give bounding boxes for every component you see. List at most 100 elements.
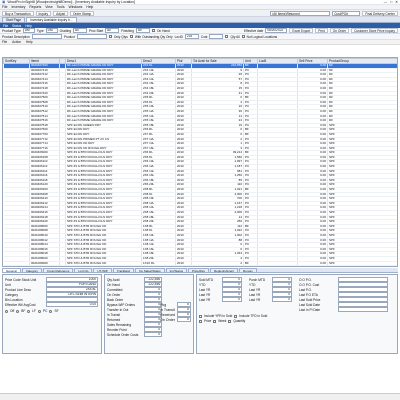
only-qtys-checkbox[interactable] xyxy=(108,35,112,38)
unit-radio[interactable] xyxy=(27,309,31,313)
detail-field-value[interactable]: 2X4 8L xyxy=(46,287,98,292)
toolbar-adjust-button[interactable]: Adjust xyxy=(53,10,68,16)
detail-field-value[interactable]: 0 xyxy=(222,282,242,287)
unit-radio[interactable] xyxy=(16,309,20,313)
product-description-input[interactable] xyxy=(31,34,62,39)
detail-field-value[interactable]: 0 xyxy=(144,292,162,297)
detail-field-value[interactable]: 222,556 xyxy=(144,282,162,287)
detail-field-value[interactable]: 0 xyxy=(177,302,191,307)
detail-tab[interactable]: Cross Reference xyxy=(42,268,74,273)
minimize-button[interactable]: — xyxy=(384,0,387,4)
type-select[interactable]: DM xyxy=(45,28,58,33)
product-input[interactable] xyxy=(76,34,107,39)
excel-export-button[interactable]: Excel Export xyxy=(289,28,314,33)
toolbar-cust-po-input[interactable]: Cust/PO# xyxy=(332,10,361,16)
close-button[interactable]: ✕ xyxy=(395,0,398,4)
finishing-select[interactable]: All xyxy=(135,28,150,33)
grid-row[interactable]: 0021009008 SPF STD & BTR ROUGH KD1X10 8L2… xyxy=(3,265,397,266)
toolbar-buy-transaction-button[interactable]: Buy a Transaction xyxy=(2,10,34,16)
detail-field-value[interactable] xyxy=(338,282,388,287)
customer-store-price-inquiry-button[interactable]: Customer Store Price Inquiry xyxy=(351,28,398,33)
unit-radio[interactable] xyxy=(5,309,8,313)
menu-file[interactable]: File xyxy=(2,5,7,9)
unit-radio[interactable] xyxy=(49,309,53,313)
unit-radio[interactable] xyxy=(38,309,42,313)
detail-tab[interactable]: Trackland xyxy=(112,268,134,273)
detail-field-value[interactable]: 0 xyxy=(177,307,191,312)
ribbon-file[interactable]: File xyxy=(3,24,8,28)
detail-field-value[interactable] xyxy=(338,277,388,282)
menu-reports[interactable]: Reports xyxy=(29,5,41,9)
ribbon-help[interactable]: Help xyxy=(25,24,32,28)
detail-field-value[interactable] xyxy=(338,307,388,312)
detail-field-value[interactable] xyxy=(338,292,388,297)
detail-tab[interactable]: Inv/Status xyxy=(165,268,187,273)
menu-inventory[interactable]: Inventory xyxy=(11,5,25,9)
menu-view[interactable]: View xyxy=(45,5,52,9)
on-order-button[interactable]: On Order xyxy=(329,28,350,33)
detail-tab[interactable]: Category xyxy=(21,268,42,273)
sort-checkbox[interactable] xyxy=(213,319,217,323)
detail-field-value[interactable]: 0.00 xyxy=(46,302,98,307)
detail-field-value[interactable]: 0 xyxy=(272,277,292,282)
locid-input[interactable]: 215 xyxy=(184,34,199,39)
maximize-button[interactable]: □ xyxy=(390,0,392,4)
detail-field-value[interactable]: 0 xyxy=(144,322,162,327)
submenu-help[interactable]: Help xyxy=(26,40,33,44)
submenu-file[interactable]: File xyxy=(2,40,7,44)
detail-field-value[interactable]: 0 xyxy=(222,287,242,292)
qty-all-checkbox[interactable] xyxy=(225,35,229,38)
ribbon-status[interactable]: Status xyxy=(12,24,21,28)
toolbar-inquiry-button[interactable]: Inquiry xyxy=(35,10,52,16)
include-ypr-checkbox[interactable] xyxy=(199,314,202,318)
detail-tab[interactable]: General xyxy=(2,268,21,273)
detail-field-value[interactable]: 1000 xyxy=(46,277,98,282)
detail-tab[interactable]: Lot Info xyxy=(74,268,93,273)
detail-field-value[interactable] xyxy=(338,297,388,302)
detail-field-value[interactable]: 0 xyxy=(144,297,162,302)
detail-field-value[interactable]: 0 xyxy=(144,332,162,337)
menu-windows[interactable]: Windows xyxy=(69,5,83,9)
sort-checkbox[interactable] xyxy=(228,319,232,323)
sort-checkbox[interactable] xyxy=(199,319,202,323)
detail-field-value[interactable]: 0 xyxy=(272,297,292,302)
toolbar-search-input[interactable]: (All Items)Returned xyxy=(270,10,331,16)
include-tfd-checkbox[interactable] xyxy=(234,314,238,318)
tab-start-page[interactable]: Start Page xyxy=(2,17,26,22)
detail-tab[interactable]: UT-WIP xyxy=(93,268,112,273)
detail-field-value[interactable]: 0 xyxy=(222,297,242,302)
menu-tools[interactable]: Tools xyxy=(57,5,65,9)
detail-tab[interactable]: Replenishment xyxy=(210,268,239,273)
detail-field-value[interactable]: 0 xyxy=(177,317,191,322)
detail-field-value[interactable]: 0 xyxy=(222,277,242,282)
detail-field-value[interactable]: 0 xyxy=(177,312,191,317)
detail-field-value[interactable] xyxy=(338,302,388,307)
not-logical-checkbox[interactable] xyxy=(241,35,245,38)
detail-field-value[interactable] xyxy=(338,287,388,292)
detail-tab[interactable]: Inv Sales/Status xyxy=(134,268,165,273)
detail-field-value[interactable]: 222,556 xyxy=(144,277,162,282)
detail-tab[interactable]: Reman xyxy=(239,268,257,273)
effective-date-input[interactable]: 06/20/2022 xyxy=(265,28,288,33)
detail-field-value[interactable]: 0 xyxy=(272,282,292,287)
detail-field-value[interactable] xyxy=(46,297,98,302)
product-type-select[interactable]: DM xyxy=(22,28,35,33)
detail-field-value[interactable]: 0 xyxy=(272,292,292,297)
detail-field-value[interactable]: PORTLAND xyxy=(46,282,98,287)
tab-inventory-available-inquiry[interactable]: Inventory Available Inquiry b... xyxy=(26,17,77,22)
detail-field-value[interactable]: 0 xyxy=(144,327,162,332)
proc-start-select[interactable]: All xyxy=(105,28,120,33)
toolbar-order-stamp-button[interactable]: Order Stamp xyxy=(69,10,95,16)
detail-field-value[interactable]: 0 xyxy=(144,287,162,292)
detail-tab[interactable]: Price/Rev xyxy=(188,268,210,273)
detail-field-value[interactable]: 0 xyxy=(222,292,242,297)
menu-help[interactable]: Help xyxy=(86,5,93,9)
submenu-action[interactable]: Action xyxy=(12,40,21,44)
print-button[interactable]: Print xyxy=(315,28,328,33)
grading-select[interactable]: All xyxy=(73,28,87,33)
detail-field-value[interactable]: DFL-SEMI INTERN xyxy=(46,292,98,297)
cost-input[interactable] xyxy=(209,34,224,39)
on-hand-checkbox[interactable] xyxy=(151,29,155,32)
final-delivery-center-button[interactable]: Final Delivery Center xyxy=(362,10,398,16)
detail-field-value[interactable]: 0 xyxy=(272,287,292,292)
